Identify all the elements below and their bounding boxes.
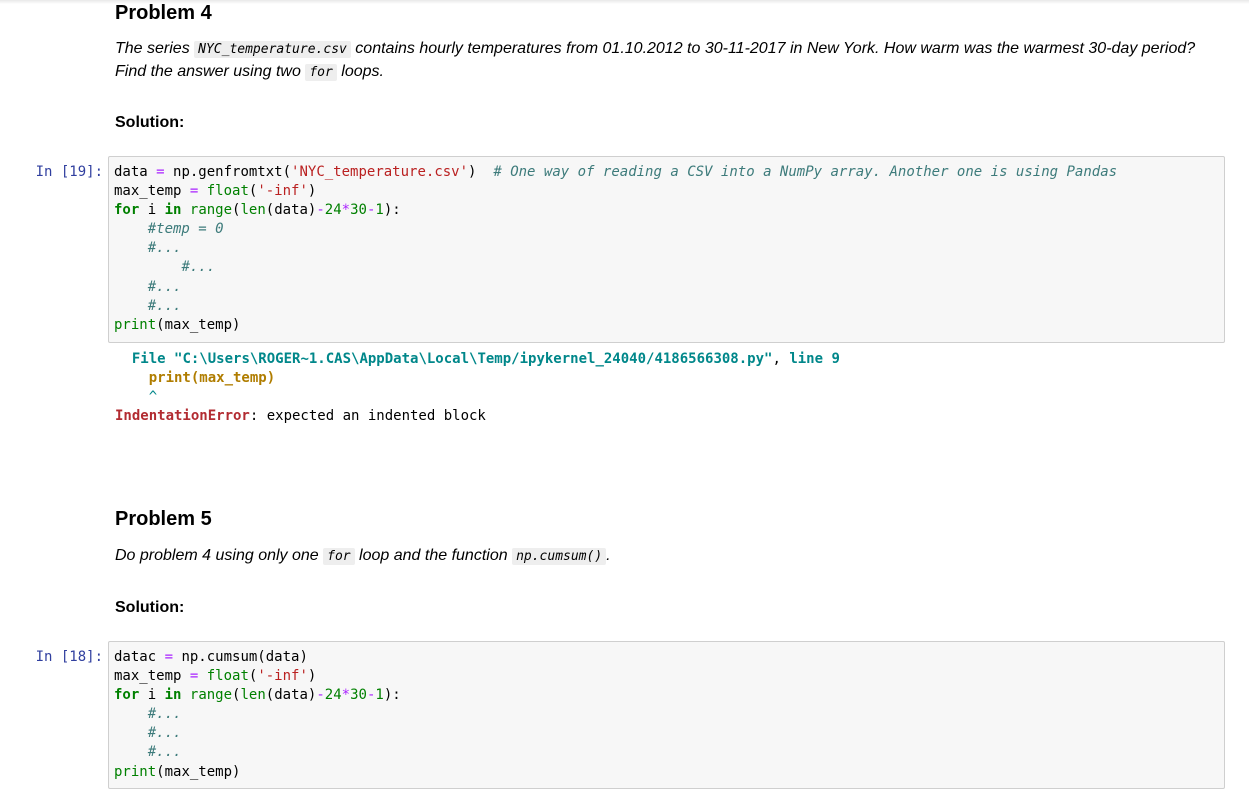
problem-5-heading: Problem 5 <box>115 508 212 530</box>
error-message: : expected an indented block <box>249 408 486 425</box>
cell-19-prompt: In [19]: <box>35 164 103 180</box>
cell-19-error-output: File "C:\Users\ROGER~1.CAS\AppData\Local… <box>115 351 840 425</box>
code-cell-18-source[interactable]: datac = np.cumsum(data) max_temp = float… <box>114 648 1219 782</box>
problem-4-solution-label: Solution: <box>115 114 185 131</box>
inline-code-filename: NYC_temperature.csv <box>194 41 351 58</box>
problem-4-heading: Problem 4 <box>115 2 212 24</box>
error-type: IndentationError <box>115 408 250 425</box>
inline-code-cumsum: np.cumsum() <box>512 548 607 565</box>
inline-code-for: for <box>323 548 355 565</box>
problem-4-text-line-1: The series NYC_temperature.csv contains … <box>115 40 1196 58</box>
code-cell-19-source[interactable]: data = np.genfromtxt('NYC_temperature.cs… <box>114 163 1219 335</box>
code-cell-19[interactable]: data = np.genfromtxt('NYC_temperature.cs… <box>108 156 1225 343</box>
problem-4-text-line-2: Find the answer using two for loops. <box>115 63 384 81</box>
inline-code-for: for <box>305 64 337 81</box>
code-cell-18[interactable]: datac = np.cumsum(data) max_temp = float… <box>108 641 1225 789</box>
problem-5-solution-label: Solution: <box>115 599 185 616</box>
problem-5-text: Do problem 4 using only one for loop and… <box>115 547 611 565</box>
cell-18-prompt: In [18]: <box>35 649 103 665</box>
